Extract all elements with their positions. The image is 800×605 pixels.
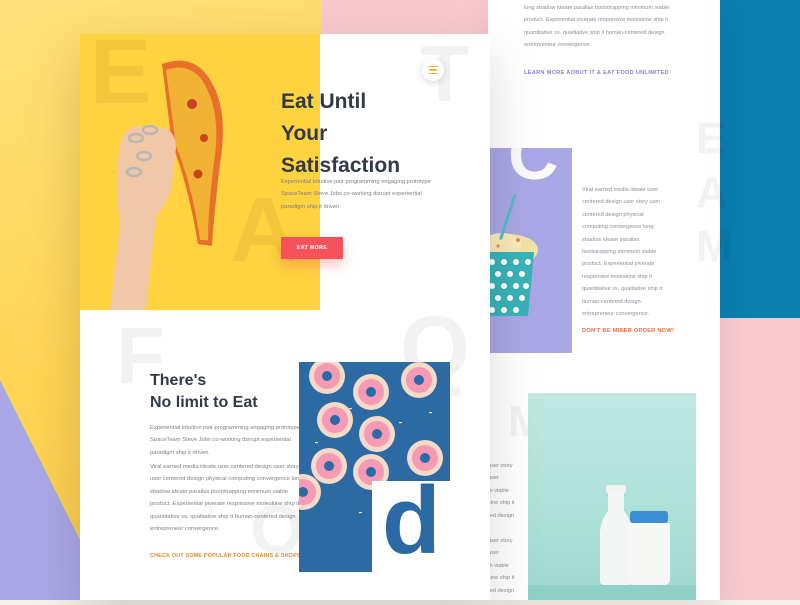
section-title-line: No limit to Eat xyxy=(150,394,258,411)
back-lower-line: red design xyxy=(488,587,515,594)
menu-button[interactable] xyxy=(422,59,444,81)
back-lower-text: user story user m viable kine ship it re… xyxy=(488,460,514,597)
back-mid-line: product. Experiential piverate xyxy=(582,261,655,268)
section-text-line: SpaceTeam Steve Jobs co-working disrupt … xyxy=(150,437,291,444)
popular-food-link[interactable]: CHECK OUT SOME POPULAR FOOD CHAINS & SHO… xyxy=(150,553,301,559)
back-top-line: long shadow ideate parallax bootstrappin… xyxy=(524,5,670,11)
back-mid-line: centered design physical xyxy=(582,211,644,218)
back-top-line: quantitative vs. qualitative ship it hum… xyxy=(524,29,665,36)
background-pink-block xyxy=(720,318,800,600)
eat-more-button[interactable]: EAT MORE xyxy=(281,237,343,259)
section-para1: Experiential intuitive pair programming … xyxy=(150,422,300,459)
order-now-link[interactable]: DON'T BE MISER ORDER NOW! xyxy=(582,328,674,334)
back-lower-line: kine ship it xyxy=(488,575,515,582)
back-page: long shadow ideate parallax bootstrappin… xyxy=(478,0,733,600)
section-text-line: paradigm ship it driven. xyxy=(150,449,210,456)
back-mid-line: human-centered design xyxy=(582,298,641,305)
back-lower-line: m viable xyxy=(488,487,509,494)
back-lower-line: user story xyxy=(488,538,513,545)
big-letter-c: C xyxy=(508,116,559,194)
back-mid-line: quantitative vs. qualitative ship it xyxy=(582,286,663,293)
hero-description: Experiential intuitive pair programming … xyxy=(281,176,431,213)
big-letter-e: E xyxy=(90,34,152,123)
section-text-line: quantitative vs. qualitative ship it hum… xyxy=(150,513,296,520)
letter-d: d xyxy=(382,467,441,574)
back-top-text: long shadow ideate parallax bootstrappin… xyxy=(524,2,669,52)
back-mid-line: computing convergence long xyxy=(582,224,654,231)
section-text-line: Experiential intuitive pair programming … xyxy=(150,425,300,431)
letter-d-block: d xyxy=(372,473,450,572)
learn-more-link[interactable]: LEARN MORE AOBUT IT & EAT FOOD UNLIMITED xyxy=(524,70,669,76)
menu-icon-line xyxy=(429,69,437,71)
back-mid-line: Viral earned media ideate user xyxy=(582,187,659,193)
section-text-line: entrepreneur convergence. xyxy=(150,526,220,533)
hero-text-line: Experiential intuitive pair programming … xyxy=(281,179,431,185)
back-mid-line: centered design user story user xyxy=(582,199,661,206)
section-text-line: product. Experiential piverate responsiv… xyxy=(150,501,300,508)
back-lower-line: red design xyxy=(488,512,515,519)
section-title-line: There's xyxy=(150,372,207,389)
hero-title: Eat Until Your Satisfaction xyxy=(281,86,400,182)
menu-icon-line xyxy=(428,65,438,68)
section-text-line: user centered design physical computing … xyxy=(150,476,303,483)
back-lower-line: m viable xyxy=(488,562,509,569)
menu-icon-line xyxy=(428,72,438,75)
section-title: There's No limit to Eat xyxy=(150,370,258,414)
back-lower-line: kine ship it xyxy=(488,500,515,507)
back-lower-line: user story xyxy=(488,463,513,469)
hero-text-line: paradigm ship it driven. xyxy=(281,203,341,210)
back-lower-line: user xyxy=(488,475,499,482)
section-text-line: Viral earned media ideate user centered … xyxy=(150,464,299,470)
back-top-line: entrepreneur convergence. xyxy=(524,42,592,49)
back-mid-line: bootstrapping minimum viable xyxy=(582,249,657,256)
hero-text-line: SpaceTeam Steve Jobs co-working disrupt … xyxy=(281,191,422,198)
hero-title-line: Eat Until xyxy=(281,90,367,113)
hero-title-line: Your xyxy=(281,122,328,145)
main-page: E A T F O Q Eat Until Your Satisfaction … xyxy=(80,34,490,600)
back-top-line: product. Experiential piverate responsiv… xyxy=(524,17,668,24)
back-mid-line: responsive moleskine ship it xyxy=(582,273,652,280)
milk-bottles-image xyxy=(528,393,696,600)
section-para2: Viral earned media ideate user centered … xyxy=(150,461,302,535)
section-text-line: shadow ideate parallax bootstrapping min… xyxy=(150,488,288,495)
back-mid-line: entrepreneur convergence. xyxy=(582,311,650,318)
back-lower-line: user xyxy=(488,550,499,557)
back-mid-text: Viral earned media ideate user centered … xyxy=(582,184,662,320)
vertical-letters-right: EAM xyxy=(696,114,733,271)
back-mid-line: shadow ideate parallax xyxy=(582,236,640,243)
